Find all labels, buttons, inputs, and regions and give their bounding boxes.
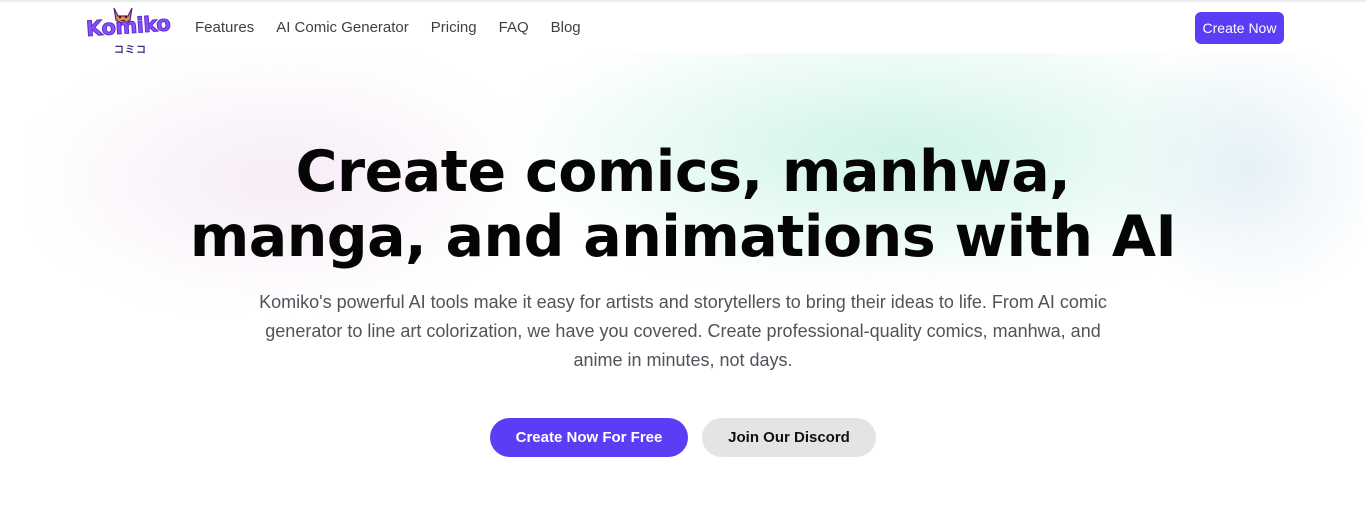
brand-kana: コミコ (114, 45, 147, 56)
nav-link-faq[interactable]: FAQ (499, 19, 529, 37)
nav-link-blog[interactable]: Blog (551, 19, 581, 37)
join-discord-button[interactable]: Join Our Discord (702, 418, 876, 457)
primary-nav: Features AI Comic Generator Pricing FAQ … (195, 19, 603, 37)
top-navbar: Komiko コミコ Features AI Comic Generator P… (0, 0, 1366, 56)
nav-link-features[interactable]: Features (195, 19, 254, 37)
header-create-now-button[interactable]: Create Now (1195, 12, 1284, 44)
nav-link-pricing[interactable]: Pricing (431, 19, 477, 37)
brand-logo[interactable]: Komiko コミコ (84, 4, 174, 56)
hero-subtitle: Komiko's powerful AI tools make it easy … (259, 292, 1107, 370)
hero-title-line-2: manga, and animations with AI (189, 204, 1177, 270)
create-now-for-free-button[interactable]: Create Now For Free (490, 418, 688, 457)
hero-title-line-1: Create comics, manhwa, (295, 139, 1071, 205)
nav-link-ai-comic-generator[interactable]: AI Comic Generator (276, 19, 409, 37)
hero-title: Create comics, manhwa, manga, and animat… (183, 140, 1183, 270)
hero-cta-group: Create Now For Free Join Our Discord (490, 418, 876, 457)
